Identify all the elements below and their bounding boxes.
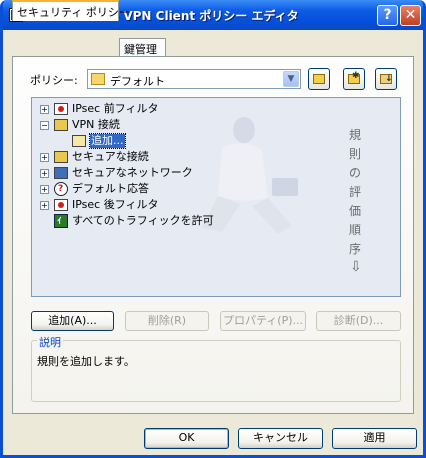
expand-icon[interactable]: + (40, 153, 49, 162)
tab-key-management[interactable]: 鍵管理 (119, 38, 166, 56)
order-char: 則 (348, 147, 361, 161)
policy-label: ポリシー: (30, 74, 78, 87)
chevron-down-icon[interactable]: ▼ (283, 71, 299, 87)
tree-item-label: IPsec 前フィルタ (72, 102, 159, 115)
collapse-icon[interactable]: − (40, 121, 49, 130)
new-policy-button[interactable]: ✱ (343, 68, 365, 90)
tree-item-label: デフォルト応答 (72, 182, 149, 195)
expand-icon[interactable]: + (40, 201, 49, 210)
secure-connection-icon (54, 151, 68, 163)
evaluation-order-label: 規 則 の 評 価 順 序 (348, 126, 362, 259)
close-button[interactable]: ✕ (400, 5, 421, 26)
order-char: 順 (348, 223, 361, 237)
expand-icon[interactable]: + (40, 169, 49, 178)
order-char: 評 (348, 185, 361, 199)
add-rule-icon (72, 135, 86, 147)
properties-button[interactable]: プロパティ(P)... (220, 311, 306, 331)
cancel-button[interactable]: キャンセル (238, 428, 323, 449)
tree-item-label: セキュアな接続 (72, 150, 149, 163)
description-title: 説明 (37, 334, 63, 350)
tree-item-label: VPN 接続 (72, 118, 120, 131)
expand-icon[interactable]: + (40, 185, 49, 194)
order-char: 序 (348, 242, 361, 256)
tree-item-label: すべてのトラフィックを許可 (72, 214, 214, 227)
ok-button[interactable]: OK (144, 428, 229, 449)
add-button[interactable]: 追加(A)... (31, 311, 114, 331)
order-char: 規 (348, 128, 361, 142)
filter-red-icon (54, 103, 68, 115)
delete-button[interactable]: 削除(R) (125, 311, 209, 331)
tree-item-label: 追加... (89, 133, 126, 149)
allow-traffic-icon: ｨ (54, 214, 68, 228)
secure-network-icon (54, 167, 68, 179)
apply-button[interactable]: 適用 (332, 428, 417, 449)
tree-item-label: セキュアなネットワーク (72, 166, 193, 179)
policy-editor-window: NET-G Secure VPN Client ポリシー エディタ ? ✕ セキ… (0, 0, 426, 458)
tab-security-policy[interactable]: セキュリティ ポリシー (12, 0, 130, 21)
vpn-icon (54, 119, 68, 131)
help-button[interactable]: ? (377, 5, 398, 26)
order-char: 価 (348, 204, 361, 218)
filter-red-icon (54, 199, 68, 211)
rule-tree[interactable]: + IPsec 前フィルタ − VPN 接続 追加... + セキュアな接続 +… (31, 97, 401, 297)
description-group (31, 340, 401, 402)
expand-icon[interactable]: + (40, 105, 49, 114)
policy-folder-icon (91, 73, 105, 85)
default-response-icon: ? (54, 182, 68, 196)
policy-select[interactable]: デフォルト ▼ (87, 69, 301, 89)
diagnose-button[interactable]: 診断(D)... (316, 311, 401, 331)
tree-item-label: IPsec 後フィルタ (72, 198, 159, 211)
description-text: 規則を追加します。 (37, 355, 135, 368)
folder-up-icon (313, 74, 325, 84)
open-policy-button[interactable] (308, 68, 330, 90)
save-policy-button[interactable]: ↓ (375, 68, 397, 90)
down-arrow-icon: ⇩ (350, 259, 362, 275)
order-char: の (348, 166, 361, 180)
policy-select-value: デフォルト (110, 75, 165, 88)
